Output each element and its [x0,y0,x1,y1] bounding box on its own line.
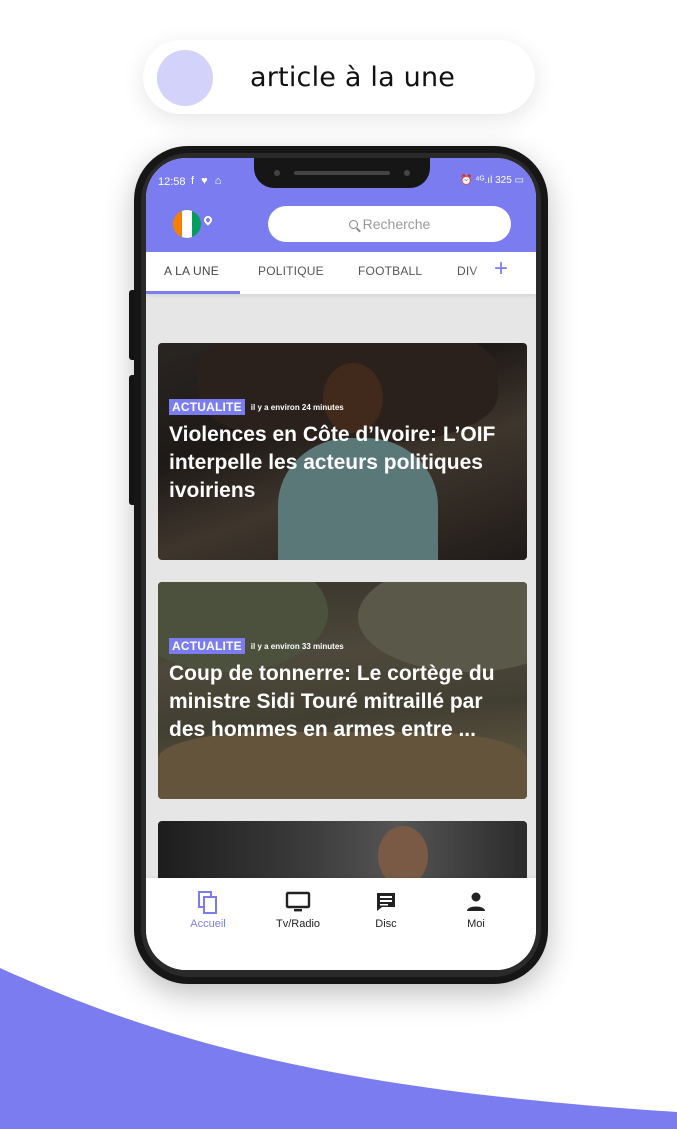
status-system-icons: ⏰ ⁴ᴳ.ıl 325 ▭ [460,175,524,186]
country-flag-icon[interactable] [173,210,201,238]
article-card[interactable] [158,821,527,881]
sensor-dot [404,170,410,176]
article-meta: ACTUALITE il y a environ 33 minutes [169,638,344,654]
article-card[interactable]: ACTUALITE il y a environ 33 minutes Coup… [158,582,527,799]
person-icon [436,890,516,914]
nav-moi[interactable]: Moi [436,890,516,930]
article-time: il y a environ 24 minutes [250,402,344,412]
bottom-navigation: Accueil Tv/Radio Disc Moi [146,878,536,950]
phone-screen: 12:58 f ♥ ⌂ ⏰ ⁴ᴳ.ıl 325 ▭ Recherche A LA… [146,158,536,970]
copy-icon [168,890,248,914]
nav-disc-label: Disc [375,918,397,930]
phone-notch [254,158,430,188]
article-photo-person [378,826,428,881]
article-title[interactable]: Coup de tonnerre: Le cortège du ministre… [169,660,523,744]
nav-tv-radio-label: Tv/Radio [275,918,321,930]
article-time: il y a environ 33 minutes [250,641,344,651]
article-meta: ACTUALITE il y a environ 24 minutes [169,399,344,415]
nav-accueil-label: Accueil [190,918,226,930]
active-tab-indicator [146,291,240,294]
status-notification-icons: f ♥ ⌂ [191,175,224,187]
home-indicator-area [146,950,536,970]
camera-dot [274,170,280,176]
status-time: 12:58 [158,176,186,188]
search-placeholder: Recherche [362,216,431,232]
nav-moi-label: Moi [467,918,485,930]
tab-football[interactable]: FOOTBALL [358,264,422,278]
search-icon [348,219,358,229]
caption-dot [157,50,213,106]
search-input[interactable]: Recherche [268,206,511,242]
article-card[interactable]: ACTUALITE il y a environ 24 minutes Viol… [158,343,527,560]
app-header: 12:58 f ♥ ⌂ ⏰ ⁴ᴳ.ıl 325 ▭ Recherche [146,158,536,252]
tv-icon [258,890,338,914]
tab-politique[interactable]: POLITIQUE [258,264,324,278]
add-tab-button[interactable]: + [494,255,508,283]
nav-accueil[interactable]: Accueil [168,890,248,930]
nav-disc[interactable]: Disc [346,890,426,930]
feature-caption-pill: article à la une [143,40,535,114]
category-badge: ACTUALITE [169,638,245,654]
location-pin-icon[interactable] [202,214,214,226]
category-badge: ACTUALITE [169,399,245,415]
nav-tv-radio[interactable]: Tv/Radio [258,890,338,930]
tab-a-la-une[interactable]: A LA UNE [164,264,219,278]
chat-icon [346,890,426,914]
feature-caption: article à la une [250,62,456,93]
speaker-grille [294,171,390,175]
article-title[interactable]: Violences en Côte d’Ivoire: L’OIF interp… [169,421,523,505]
tab-fade [471,252,491,294]
category-tabs: A LA UNE POLITIQUE FOOTBALL DIV + [146,252,536,294]
